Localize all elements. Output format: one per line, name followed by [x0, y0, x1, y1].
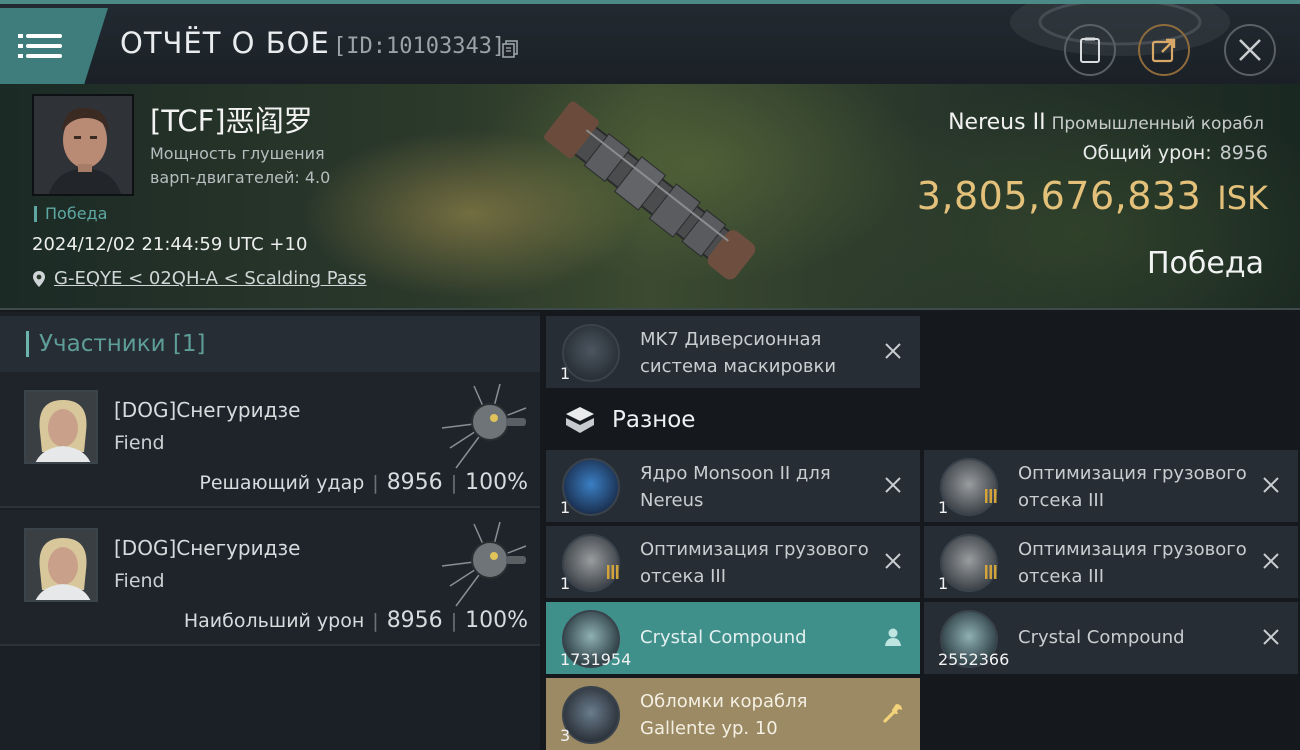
item-qty: 1	[560, 498, 571, 517]
item-qty: 1	[560, 364, 571, 383]
item-cloak[interactable]: 1 MK7 Диверсионная система маскировки	[546, 316, 920, 388]
remove-icon[interactable]	[1260, 626, 1282, 648]
item-qty: 3	[560, 726, 571, 745]
isk-loss: 3,805,676,833 ISK	[917, 174, 1268, 218]
remove-icon[interactable]	[882, 550, 904, 572]
wreck-salvage-icon	[562, 686, 620, 744]
victim-banner: [TCF]恶阎罗 Мощность глушения варп-двигател…	[0, 84, 1300, 310]
location-link[interactable]: G-EQYE < 02QH-A < Scalding Pass	[54, 268, 367, 289]
ship-name-row: Nereus II Промышленный корабл	[948, 110, 1264, 135]
attacker-stats: Решающий удар | 8956 | 100%	[199, 470, 528, 495]
report-id: [ID:10103343]	[333, 34, 506, 59]
item-name: Crystal Compound	[640, 627, 807, 648]
location[interactable]: G-EQYE < 02QH-A < Scalding Pass	[32, 268, 367, 289]
ship-name[interactable]: Nereus II	[948, 110, 1045, 135]
attacker-role: Решающий удар	[199, 472, 365, 494]
battle-result: Победа	[1147, 246, 1264, 281]
location-pin-icon	[33, 270, 45, 287]
rig-icon	[940, 534, 998, 592]
clipboard-icon	[1080, 37, 1100, 63]
timestamp: 2024/12/02 21:44:59 UTC +10	[32, 234, 308, 255]
attacker-name[interactable]: [DOG]Снегуридзе	[114, 398, 300, 422]
attacker-name[interactable]: [DOG]Снегуридзе	[114, 536, 300, 560]
remove-icon[interactable]	[1260, 550, 1282, 572]
attacker-damage: 8956	[386, 608, 443, 633]
share-button[interactable]	[1138, 24, 1190, 76]
item-name: Обломки корабля Gallente ур. 10	[640, 691, 808, 739]
item-name: Оптимизация грузового отсека III	[640, 539, 869, 587]
attacker-ship: Fiend	[114, 570, 165, 592]
attacker-row[interactable]: [DOG]Снегуридзе Fiend Решающий удар | 8956…	[0, 372, 540, 508]
attacker-avatar[interactable]	[24, 390, 98, 464]
isk-unit: ISK	[1217, 179, 1268, 217]
item-row[interactable]: 1 Ядро Monsoon II для Nereus	[546, 450, 920, 522]
rig-icon	[940, 458, 998, 516]
core-icon	[562, 458, 620, 516]
item-qty: 2552366	[938, 650, 1010, 669]
total-damage-label: Общий урон:	[1082, 142, 1212, 164]
cube-icon	[566, 407, 594, 433]
close-button[interactable]	[1224, 24, 1276, 76]
attacker-damage: 8956	[386, 470, 443, 495]
top-bar: ОТЧЁТ О БОЕ [ID:10103343]	[0, 0, 1300, 84]
attacker-row[interactable]: [DOG]Снегуридзе Fiend Наибольший урон | 89…	[0, 510, 540, 646]
victim-portrait[interactable]	[32, 94, 134, 196]
menu-icon	[18, 32, 62, 60]
item-row[interactable]: 1731954 Crystal Compound	[546, 602, 920, 674]
total-damage-value: 8956	[1219, 142, 1268, 164]
person-icon[interactable]	[882, 626, 904, 648]
status-badge: Победа	[34, 206, 107, 222]
cloak-module-icon	[562, 324, 620, 382]
clipboard-button[interactable]	[1064, 24, 1116, 76]
attacker-ship: Fiend	[114, 432, 165, 454]
rig-icon	[562, 534, 620, 592]
item-row[interactable]: 1 Оптимизация грузового отсека III	[924, 526, 1298, 598]
attacker-ship-image[interactable]	[430, 516, 540, 612]
item-qty: 1	[938, 498, 949, 517]
item-qty: 1	[560, 574, 571, 593]
tech-level-icon	[607, 565, 619, 579]
wrench-icon[interactable]	[882, 702, 904, 724]
isk-value: 3,805,676,833	[916, 174, 1202, 218]
item-name: MK7 Диверсионная система маскировки	[640, 329, 837, 377]
share-icon	[1151, 38, 1176, 63]
item-row[interactable]: 3 Обломки корабля Gallente ур. 10	[546, 678, 920, 750]
item-row[interactable]: 2552366 Crystal Compound	[924, 602, 1298, 674]
item-qty: 1	[938, 574, 949, 593]
item-row[interactable]: 1 Оптимизация грузового отсека III	[546, 526, 920, 598]
tech-level-icon	[985, 489, 997, 503]
item-qty: 1731954	[560, 650, 632, 669]
menu-button[interactable]	[0, 8, 108, 84]
item-row[interactable]: 1 Оптимизация грузового отсека III	[924, 450, 1298, 522]
item-name: Ядро Monsoon II для Nereus	[640, 463, 831, 511]
copy-icon[interactable]	[502, 40, 518, 58]
attacker-percent: 100%	[465, 470, 528, 495]
attacker-role: Наибольший урон	[183, 610, 365, 632]
page-title: ОТЧЁТ О БОЕ	[120, 26, 330, 60]
total-damage: Общий урон: 8956	[1083, 142, 1268, 164]
attacker-avatar[interactable]	[24, 528, 98, 602]
participants-header[interactable]: Участники [1]	[0, 316, 540, 372]
tech-level-icon	[985, 565, 997, 579]
item-name: Оптимизация грузового отсека III	[1018, 463, 1247, 511]
participants-title: Участники [1]	[39, 331, 206, 357]
misc-section-header: Разное	[544, 392, 920, 448]
remove-icon[interactable]	[882, 474, 904, 496]
ship-image[interactable]	[520, 90, 780, 300]
attacker-ship-image[interactable]	[430, 378, 540, 474]
attacker-percent: 100%	[465, 608, 528, 633]
misc-section-title: Разное	[612, 407, 696, 433]
close-icon	[1239, 39, 1261, 61]
remove-icon[interactable]	[1260, 474, 1282, 496]
ship-class: Промышленный корабл	[1051, 114, 1264, 134]
item-name: Оптимизация грузового отсека III	[1018, 539, 1247, 587]
remove-icon[interactable]	[882, 340, 904, 362]
warp-disruption-label: Мощность глушения варп-двигателей: 4.0	[150, 144, 331, 187]
attacker-stats: Наибольший урон | 8956 | 100%	[183, 608, 528, 633]
victim-name[interactable]: [TCF]恶阎罗	[150, 98, 313, 140]
item-name: Crystal Compound	[1018, 627, 1185, 648]
participants-panel: Участники [1] [DOG]Снегуридзе Fiend Реша…	[0, 312, 540, 750]
